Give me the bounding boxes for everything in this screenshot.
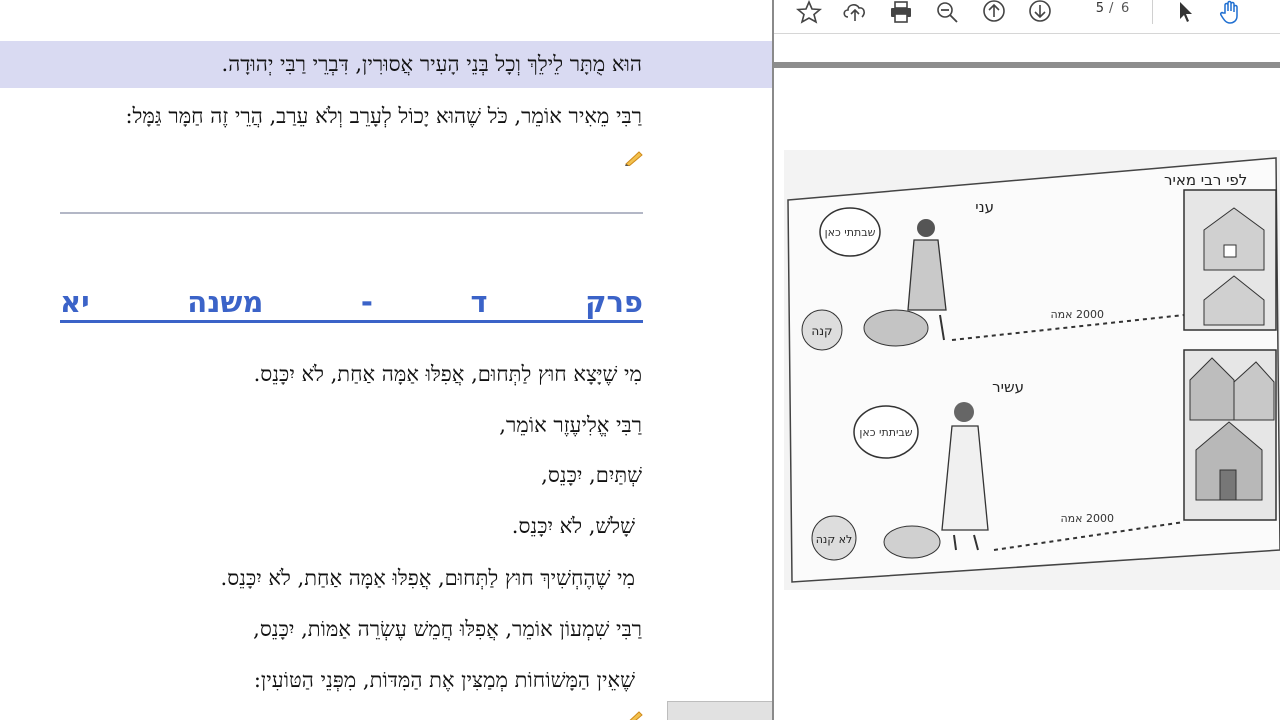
mishna-line: שֶׁאֵין הַמָּשׁוֹחוֹת מְמַצִּין אֶת הַמִ…: [253, 668, 635, 692]
hand-tool-icon[interactable]: [1215, 0, 1245, 24]
section-divider: [60, 212, 643, 214]
pdf-viewer-pane[interactable]: 5 / 6 לפי רבי מאיר עני שבתתי כאן קנה 200…: [774, 0, 1280, 720]
page-boundary: [774, 62, 1280, 68]
stone-label-top: קנה: [811, 324, 832, 338]
distance-top: 2000 אמה: [1050, 308, 1104, 321]
page-total: 6: [1121, 1, 1130, 16]
pdf-toolbar: 5 / 6: [774, 0, 1280, 34]
page-separator: /: [1109, 1, 1114, 16]
document-pane[interactable]: הוּא מֻתָּר לֵילֵךְ וְכָל בְּנֵי הָעִיר …: [0, 0, 772, 720]
scanned-illustration: לפי רבי מאיר עני שבתתי כאן קנה 2000 אמה …: [784, 150, 1280, 590]
page-number-input[interactable]: 5: [1074, 1, 1104, 21]
pencil-icon[interactable]: [624, 148, 644, 166]
heading-chapter-letter: ד: [470, 285, 488, 319]
heading-underline: [60, 320, 643, 323]
speech-bubble-bottom: שביתתי כאן: [859, 426, 912, 439]
stone-label-bottom: לא קנה: [816, 533, 853, 546]
poor-label: עני: [975, 198, 994, 216]
mishna-line: רַבִּי שִׁמְעוֹן אוֹמֵר, אֲפִלּוּ חֲמֵשׁ…: [253, 617, 642, 641]
upload-icon[interactable]: [840, 0, 870, 24]
select-cursor-icon[interactable]: [1170, 0, 1200, 24]
speech-bubble-top: שבתתי כאן: [825, 226, 876, 239]
heading-mishna-number: יא: [60, 285, 90, 319]
chapter-heading: פרק ד - משנה יא: [60, 282, 643, 322]
heading-dash: -: [360, 285, 373, 319]
heading-mishna: משנה: [187, 285, 264, 319]
zoom-out-icon[interactable]: [932, 0, 962, 24]
heading-perek: פרק: [585, 285, 643, 319]
mishna-line: רַבִּי אֱלִיעֶזֶר אוֹמֵר,: [499, 413, 642, 437]
toolbar-separator: [1152, 0, 1153, 24]
rich-label: עשיר: [992, 378, 1024, 396]
rabbi-meir-line: רַבִּי מֵאִיר אוֹמֵר, כֹּל שֶׁהוּא יָכוֹ…: [125, 104, 642, 128]
mishna-line: שָׁלֹשׁ, לֹא יִכָּנֵס.: [511, 514, 635, 538]
mishna-line: שְׁתַּיִם, יִכָּנֵס,: [541, 463, 642, 487]
prev-page-icon[interactable]: [979, 0, 1009, 24]
resize-handle[interactable]: [667, 701, 772, 720]
highlighted-text-line: הוּא מֻתָּר לֵילֵךְ וְכָל בְּנֵי הָעִיר …: [221, 52, 642, 76]
distance-bottom: 2000 אמה: [1060, 512, 1114, 525]
mishna-line: מִי שֶׁהֶחְשִׁיךְ חוּץ לַתְּחוּם, אֲפִלּ…: [220, 566, 635, 590]
next-page-icon[interactable]: [1025, 0, 1055, 24]
scan-title: לפי רבי מאיר: [1164, 171, 1247, 189]
print-icon[interactable]: [886, 0, 916, 24]
pencil-icon[interactable]: [624, 708, 644, 720]
star-icon[interactable]: [794, 0, 824, 24]
mishna-line: מִי שֶׁיָּצָא חוּץ לַתְּחוּם, אֲפִלּוּ א…: [253, 362, 642, 386]
